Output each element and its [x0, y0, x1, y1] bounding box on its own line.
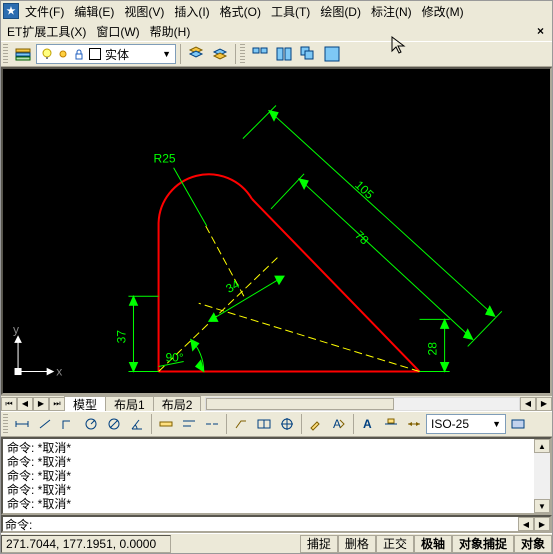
svg-text:A: A [363, 417, 372, 431]
app-icon: ★ [3, 3, 19, 19]
toolbar-grip[interactable] [240, 44, 245, 64]
layer-dropdown[interactable]: 实体 ▼ [36, 44, 176, 64]
sun-icon [57, 48, 69, 60]
dimension-toolbar: A A ISO-25 ▼ [1, 411, 552, 437]
axis-y-label: y [13, 322, 19, 336]
menu-edit[interactable]: 编辑(E) [70, 1, 118, 22]
dim-diameter-button[interactable] [103, 413, 125, 435]
arrange-button[interactable] [321, 43, 343, 65]
menu-window[interactable]: 窗口(W) [92, 21, 143, 42]
status-coords[interactable]: 271.7044, 177.1951, 0.0000 [1, 535, 171, 553]
qleader-button[interactable] [230, 413, 252, 435]
scroll-down-button[interactable]: ▼ [534, 499, 550, 513]
chevron-down-icon: ▼ [162, 49, 171, 59]
dimstyle-dropdown[interactable]: ISO-25 ▼ [426, 414, 506, 434]
layers-toolbar: 实体 ▼ [1, 41, 552, 67]
cmd-scroll-left-button[interactable]: ◀ [518, 517, 534, 531]
center-mark-button[interactable] [276, 413, 298, 435]
menubar-row2: ET扩展工具(X) 窗口(W) 帮助(H) × [1, 21, 552, 41]
toolbar-grip[interactable] [3, 44, 8, 64]
dim-r25: R25 [154, 152, 176, 166]
status-grid[interactable]: 删格 [338, 535, 376, 553]
hscroll-left-button[interactable]: ◀ [520, 397, 536, 411]
menu-tools[interactable]: 工具(T) [267, 1, 314, 22]
command-vscroll[interactable]: ▲ ▼ [534, 439, 550, 513]
command-input-row: 命令: ◀ ▶ [1, 515, 552, 533]
command-input[interactable] [34, 517, 518, 531]
lock-icon [73, 48, 85, 60]
tile-horiz-button[interactable] [249, 43, 271, 65]
menu-modify[interactable]: 修改(M) [418, 1, 468, 22]
dim-37: 37 [114, 330, 128, 344]
menu-dim[interactable]: 标注(N) [367, 1, 416, 22]
dim-continue-button[interactable] [201, 413, 223, 435]
menu-et[interactable]: ET扩展工具(X) [3, 21, 90, 42]
dim-ordinate-button[interactable] [57, 413, 79, 435]
layer-color-swatch [89, 48, 101, 60]
dimstyle-button[interactable] [380, 413, 402, 435]
menu-format[interactable]: 格式(O) [216, 1, 265, 22]
layer-states-button[interactable] [185, 43, 207, 65]
dimedit-button[interactable] [305, 413, 327, 435]
dim-105: 105 [352, 178, 376, 202]
toolbar-grip[interactable] [3, 414, 8, 434]
dim-override-button[interactable] [403, 413, 425, 435]
status-ortho[interactable]: 正交 [376, 535, 414, 553]
dim-34: 34 [223, 277, 242, 296]
layer-previous-button[interactable] [209, 43, 231, 65]
menu-insert[interactable]: 插入(I) [170, 1, 213, 22]
dim-28: 28 [426, 342, 440, 356]
hscroll-right-button[interactable]: ▶ [536, 397, 552, 411]
tab-next-button[interactable]: ▶ [33, 397, 49, 411]
status-osnap[interactable]: 对象捕捉 [452, 535, 514, 553]
dim-aligned-button[interactable] [34, 413, 56, 435]
menu-file[interactable]: 文件(F) [21, 1, 68, 22]
menu-help[interactable]: 帮助(H) [146, 21, 195, 42]
dim-update-button[interactable]: A [357, 413, 379, 435]
tab-layout1[interactable]: 布局1 [105, 396, 154, 412]
dimtedit-button[interactable]: A [328, 413, 350, 435]
doc-close-button[interactable]: × [531, 24, 550, 38]
menu-draw[interactable]: 绘图(D) [316, 1, 365, 22]
tile-vert-button[interactable] [273, 43, 295, 65]
dim-precision-button[interactable] [507, 413, 529, 435]
tab-first-button[interactable]: ⏮ [1, 397, 17, 411]
layout-tab-bar: ⏮ ◀ ▶ ⏭ 模型 布局1 布局2 ◀ ▶ [1, 395, 552, 411]
dim-90: 90° [165, 350, 183, 364]
menubar: ★ 文件(F) 编辑(E) 视图(V) 插入(I) 格式(O) 工具(T) 绘图… [1, 1, 552, 21]
dimstyle-label: ISO-25 [431, 417, 469, 431]
status-bar: 271.7044, 177.1951, 0.0000 捕捉 删格 正交 极轴 对… [1, 533, 552, 553]
tolerance-button[interactable] [253, 413, 275, 435]
tab-last-button[interactable]: ⏭ [49, 397, 65, 411]
command-window: 命令: *取消* 命令: *取消* 命令: *取消* 命令: *取消* 命令: … [1, 437, 552, 515]
dim-angular-button[interactable] [126, 413, 148, 435]
scroll-up-button[interactable]: ▲ [534, 439, 550, 453]
dim-radius-button[interactable] [80, 413, 102, 435]
tab-prev-button[interactable]: ◀ [17, 397, 33, 411]
tab-layout2[interactable]: 布局2 [153, 396, 202, 412]
drawing-canvas[interactable]: R25 105 78 34 37 28 [1, 67, 552, 395]
chevron-down-icon: ▼ [492, 419, 501, 429]
svg-text:A: A [333, 417, 341, 431]
qdim-button[interactable] [155, 413, 177, 435]
layer-name-label: 实体 [105, 46, 129, 63]
status-polar[interactable]: 极轴 [414, 535, 452, 553]
lightbulb-icon [41, 48, 53, 60]
menu-view[interactable]: 视图(V) [120, 1, 168, 22]
cmd-scroll-right-button[interactable]: ▶ [534, 517, 550, 531]
layer-manager-button[interactable] [12, 43, 34, 65]
command-history[interactable]: 命令: *取消* 命令: *取消* 命令: *取消* 命令: *取消* 命令: … [3, 439, 534, 513]
cascade-button[interactable] [297, 43, 319, 65]
dim-linear-button[interactable] [11, 413, 33, 435]
status-snap[interactable]: 捕捉 [300, 535, 338, 553]
tab-model[interactable]: 模型 [64, 396, 106, 412]
axis-x-label: x [56, 365, 62, 379]
command-prompt-label: 命令: [3, 516, 34, 533]
hscroll-track[interactable] [205, 397, 520, 411]
status-otrack[interactable]: 对象 [514, 535, 552, 553]
dim-baseline-button[interactable] [178, 413, 200, 435]
